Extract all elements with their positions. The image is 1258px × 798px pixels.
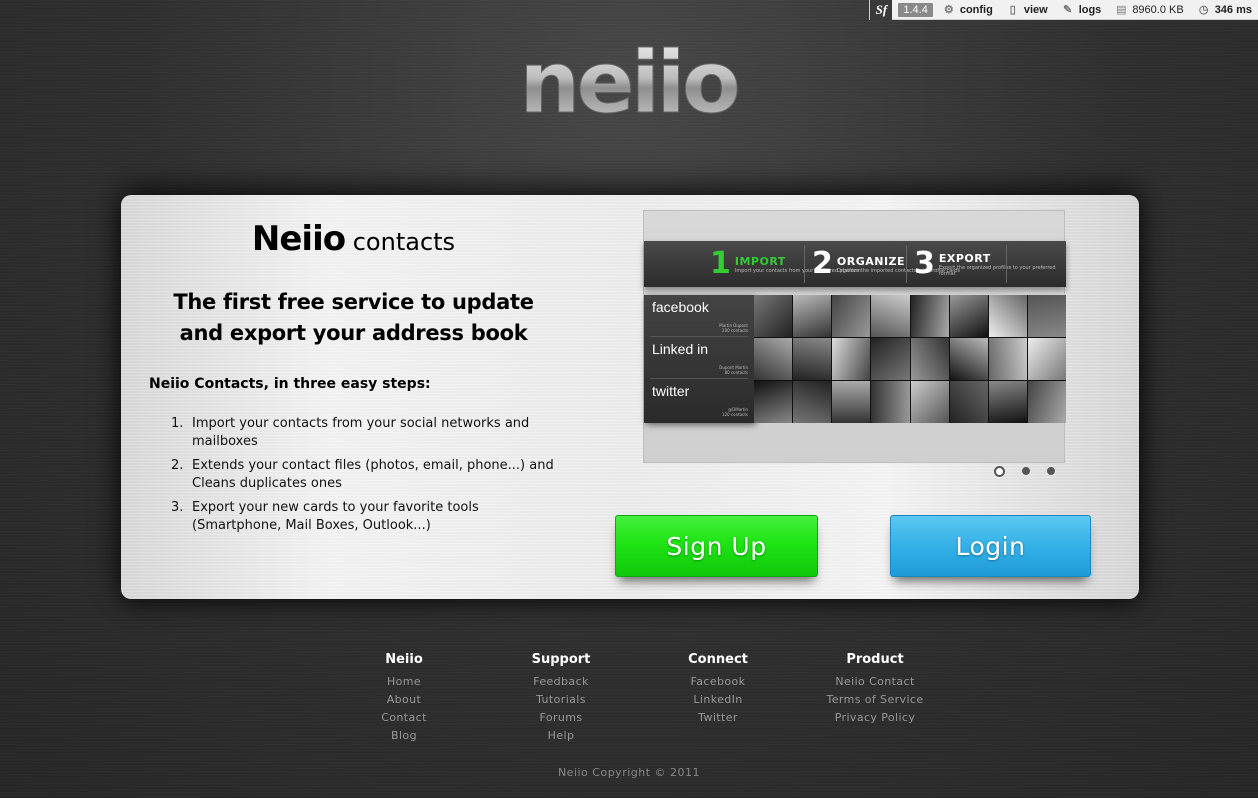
footer-column-neiio: Neiio Home About Contact Blog	[334, 652, 474, 745]
contact-photo	[988, 295, 1027, 337]
contact-photo	[949, 295, 988, 337]
copyright: Neiio Copyright © 2011	[557, 766, 701, 779]
contact-photo	[793, 295, 832, 337]
list-item: 1. Import your contacts from your social…	[171, 416, 530, 449]
slide-steps-banner: 1 Import Import your contacts from your …	[644, 241, 1066, 287]
contact-photo	[754, 295, 793, 337]
contact-photo	[949, 338, 988, 380]
signup-button[interactable]: Sign Up	[615, 515, 818, 577]
step-text: Import your contacts from your social ne…	[192, 416, 530, 449]
debug-view-button[interactable]: ▯ view	[1007, 4, 1048, 16]
debug-version: 1.4.4	[898, 2, 933, 17]
footer-link-blog[interactable]: Blog	[334, 727, 474, 745]
slideshow-pager	[994, 466, 1072, 477]
contact-photo	[871, 381, 910, 423]
contact-photo	[832, 381, 871, 423]
footer-link-home[interactable]: Home	[334, 673, 474, 691]
debug-logs-button[interactable]: ✎ logs	[1062, 3, 1101, 16]
footer-column-product: Product Neiio Contact Terms of Service P…	[805, 652, 945, 727]
footer-link-privacy[interactable]: Privacy Policy	[805, 709, 945, 727]
contact-photo	[832, 338, 871, 380]
contact-photo	[754, 381, 793, 423]
contact-photo	[910, 381, 949, 423]
step-text: Export your new cards to your favorite t…	[192, 500, 479, 533]
footer-link-neiio-contact[interactable]: Neiio Contact	[805, 673, 945, 691]
list-item: 2. Extends your contact files (photos, e…	[171, 458, 554, 491]
footer-heading: Support	[531, 652, 591, 667]
contact-photo	[988, 381, 1027, 423]
footer-heading: Neiio	[385, 652, 423, 667]
footer-heading: Connect	[688, 652, 748, 667]
steps-title: Neiio Contacts, in three easy steps:	[149, 376, 431, 392]
footer-link-feedback[interactable]: Feedback	[491, 673, 631, 691]
symfony-logo-icon[interactable]: Sf	[870, 0, 893, 20]
steps-list: 1. Import your contacts from your social…	[171, 415, 556, 541]
contact-photo	[1027, 295, 1066, 337]
page-title: Neiio contacts	[121, 219, 586, 259]
footer-link-terms[interactable]: Terms of Service	[805, 691, 945, 709]
slideshow-image: 1 Import Import your contacts from your …	[643, 210, 1066, 463]
footer-link-tutorials[interactable]: Tutorials	[491, 691, 631, 709]
login-button[interactable]: Login	[890, 515, 1091, 577]
footer-link-about[interactable]: About	[334, 691, 474, 709]
debug-time-button[interactable]: ◷ 346 ms	[1198, 4, 1252, 16]
contact-photo	[949, 381, 988, 423]
contact-photo	[988, 338, 1027, 380]
neiio-logo[interactable]: neiio	[497, 32, 759, 121]
contact-photo	[871, 338, 910, 380]
footer-column-support: Support Feedback Tutorials Forums Help	[491, 652, 631, 745]
logo-text: neiio	[519, 33, 738, 120]
contact-photo	[1027, 338, 1066, 380]
title-brand: Neiio	[251, 219, 346, 259]
footer-heading: Product	[846, 652, 904, 667]
memory-icon: ▤	[1116, 3, 1127, 16]
slide-dot-3[interactable]	[1047, 467, 1055, 475]
debug-memory: ▤ 8960.0 KB	[1116, 3, 1184, 16]
slide-dot-2[interactable]	[1022, 467, 1030, 475]
footer-link-linkedin[interactable]: LinkedIn	[648, 691, 788, 709]
document-icon: ▯	[1009, 3, 1016, 16]
footer-column-connect: Connect Facebook LinkedIn Twitter	[648, 652, 788, 727]
slide-step-export: 3 Export Export the organized profiles t…	[914, 246, 1056, 281]
slide-dot-1[interactable]	[994, 466, 1005, 477]
network-twitter: twitter	[652, 383, 690, 399]
step-text: Extends your contact files (photos, emai…	[192, 458, 554, 491]
contact-photo	[910, 295, 949, 337]
footer-link-help[interactable]: Help	[491, 727, 631, 745]
headline: The first free service to update and exp…	[173, 290, 534, 345]
footer-link-forums[interactable]: Forums	[491, 709, 631, 727]
main-panel: Neiio contacts The first free service to…	[121, 195, 1139, 599]
gear-icon: ⚙	[943, 3, 954, 16]
footer-link-facebook[interactable]: Facebook	[648, 673, 788, 691]
network-linkedin: Linked in	[652, 341, 709, 357]
title-product: contacts	[345, 228, 456, 256]
contact-photo	[871, 295, 910, 337]
networks-card: facebook Martin Dupont 200 contacts Link…	[644, 295, 754, 423]
contact-photo	[754, 338, 793, 380]
list-item: 3. Export your new cards to your favorit…	[171, 500, 479, 533]
network-facebook: facebook	[652, 299, 709, 315]
contact-photos-grid	[754, 295, 1066, 423]
footer-link-twitter[interactable]: Twitter	[648, 709, 788, 727]
footer-link-contact[interactable]: Contact	[334, 709, 474, 727]
debug-config-button[interactable]: ⚙ config	[943, 4, 993, 16]
contact-photo	[793, 381, 832, 423]
contact-photo	[793, 338, 832, 380]
contact-photo	[832, 295, 871, 337]
clock-icon: ◷	[1198, 3, 1209, 16]
debug-toolbar: Sf 1.4.4 ⚙ config ▯ view ✎ logs ▤ 8960.0…	[869, 0, 1258, 20]
contact-photo	[1027, 381, 1066, 423]
contact-photo	[910, 338, 949, 380]
pencil-icon: ✎	[1063, 3, 1073, 16]
